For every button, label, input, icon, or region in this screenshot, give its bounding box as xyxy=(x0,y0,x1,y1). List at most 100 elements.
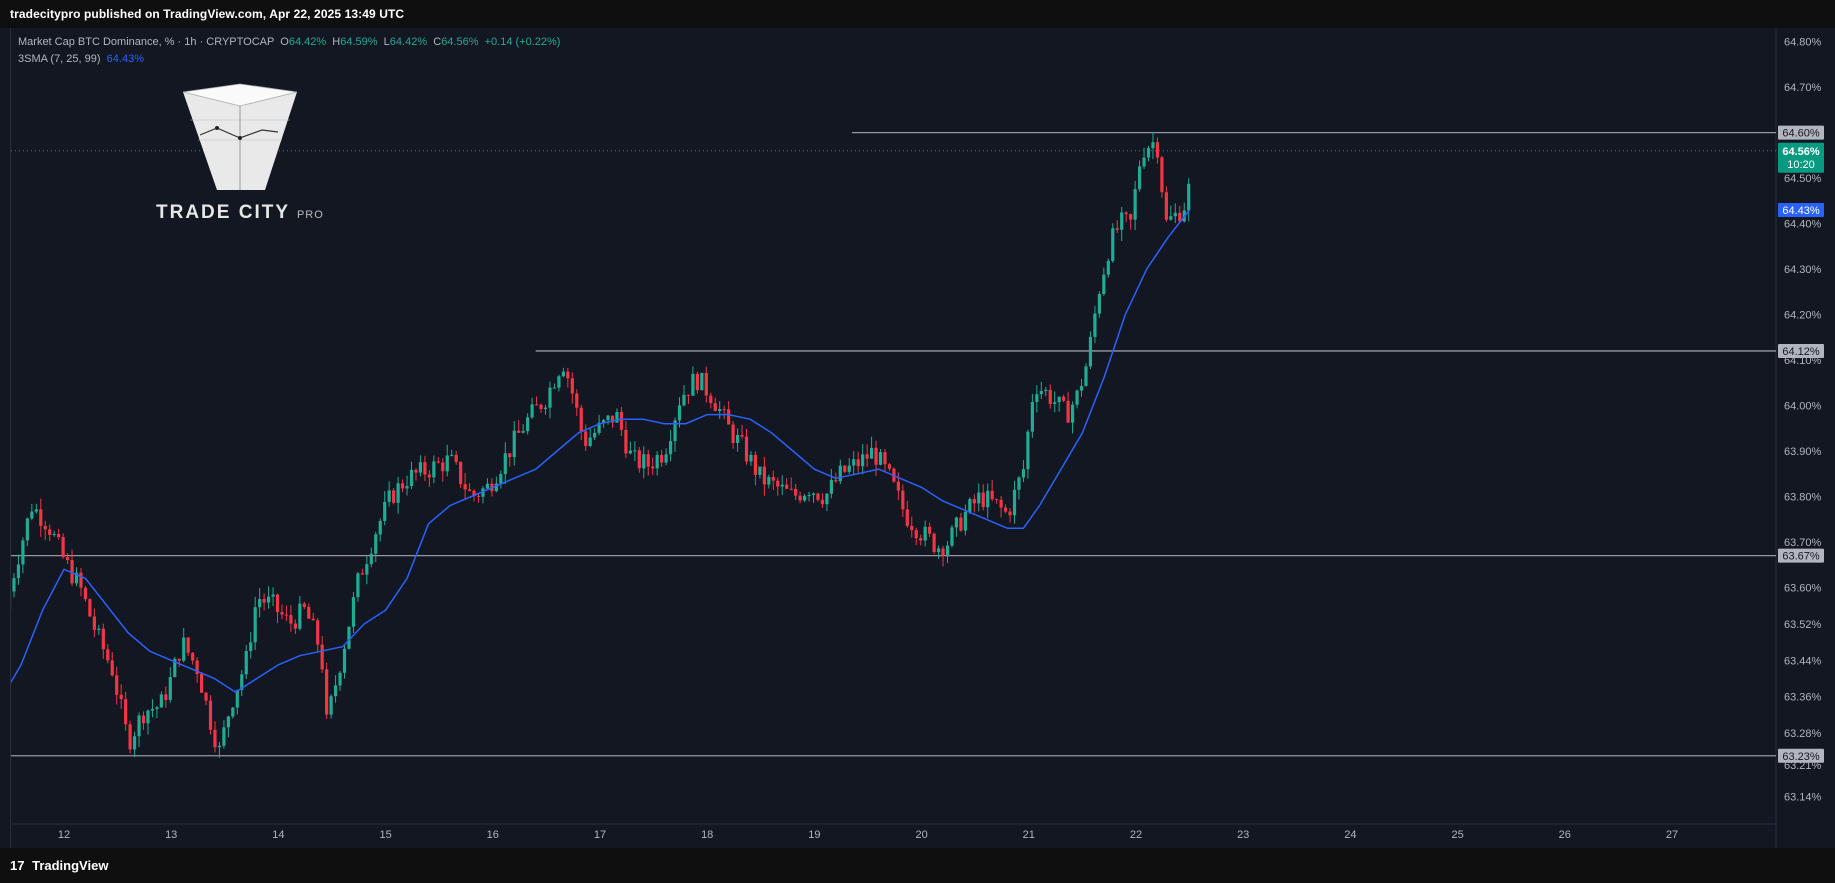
candle-body xyxy=(713,403,717,412)
candle-body xyxy=(356,573,360,598)
candle-body xyxy=(463,484,467,490)
candle-body xyxy=(512,430,516,458)
candle-body xyxy=(338,672,342,686)
candle-body xyxy=(526,417,530,432)
price-tick-label: 64.20% xyxy=(1784,310,1822,322)
candle-body xyxy=(579,407,583,432)
price-tick-label: 63.44% xyxy=(1784,655,1822,667)
candle-body xyxy=(758,466,762,475)
candle-body xyxy=(150,709,155,711)
time-tick-label: 13 xyxy=(165,829,177,841)
candle-body xyxy=(1115,228,1119,230)
candle-body xyxy=(1146,148,1151,158)
publisher-line: tradecitypro published on TradingView.co… xyxy=(10,7,405,21)
time-tick-label: 14 xyxy=(272,829,284,841)
tradingview-logo-icon[interactable]: 17 xyxy=(10,848,24,883)
candle-body xyxy=(530,404,534,418)
candle-body xyxy=(12,578,16,592)
candle-body xyxy=(1093,313,1097,337)
candle-body xyxy=(646,454,650,467)
candle-body xyxy=(191,652,195,661)
candle-body xyxy=(436,461,440,463)
candle-body xyxy=(320,644,324,670)
candle-body xyxy=(280,612,284,615)
candle-body xyxy=(182,637,186,661)
candle-body xyxy=(1070,404,1075,423)
candle-body xyxy=(722,409,726,411)
candle-body xyxy=(1062,396,1066,401)
candle-body xyxy=(816,493,820,500)
candle-body xyxy=(771,476,775,481)
candle-body xyxy=(1044,389,1048,392)
candle-body xyxy=(369,553,373,565)
level-badge-label: 63.67% xyxy=(1782,551,1820,563)
candle-body xyxy=(1039,391,1043,395)
candle-body xyxy=(682,394,686,406)
candle-body xyxy=(633,450,637,452)
candle-body xyxy=(883,452,887,465)
candle-body xyxy=(271,594,275,597)
candle-body xyxy=(253,607,257,643)
candle-body xyxy=(1111,228,1115,261)
candle-body xyxy=(119,694,123,700)
time-tick-label: 21 xyxy=(1023,829,1035,841)
candle-body xyxy=(695,373,699,391)
candle-body xyxy=(606,415,610,421)
candle-body xyxy=(570,378,574,394)
candle-body xyxy=(83,587,88,600)
candle-body xyxy=(575,393,579,408)
candle-body xyxy=(128,724,132,750)
candle-body xyxy=(1124,212,1128,215)
time-tick-label: 15 xyxy=(379,829,391,841)
candle-body xyxy=(1164,192,1168,220)
candle-body xyxy=(999,499,1003,508)
candle-body xyxy=(539,404,543,410)
candle-body xyxy=(776,480,780,487)
legend-symbol[interactable]: Market Cap BTC Dominance, % · 1h · CRYPT… xyxy=(18,36,274,48)
candle-body xyxy=(467,489,472,491)
candle-body xyxy=(423,462,427,475)
candle-body xyxy=(110,660,114,676)
candle-body xyxy=(316,620,320,645)
tradingview-brand[interactable]: TradingView xyxy=(32,858,108,873)
candle-body xyxy=(137,715,141,737)
candle-body xyxy=(637,450,641,469)
candle-body xyxy=(311,618,315,621)
candle-body xyxy=(427,474,431,478)
candle-body xyxy=(642,454,646,469)
candle-body xyxy=(21,540,25,565)
candle-body xyxy=(834,479,838,482)
candle-body xyxy=(1169,216,1173,220)
candle-body xyxy=(1129,214,1133,220)
time-tick-label: 25 xyxy=(1451,829,1463,841)
candle-body xyxy=(1008,511,1012,516)
candle-body xyxy=(557,376,561,388)
candle-body xyxy=(807,494,811,496)
candle-body xyxy=(79,572,83,588)
candle-body xyxy=(593,432,597,438)
price-tick-label: 64.50% xyxy=(1784,173,1822,185)
price-tick-label: 63.90% xyxy=(1784,446,1822,458)
candle-body xyxy=(1030,401,1034,432)
candle-body xyxy=(986,490,990,508)
candle-body xyxy=(392,490,396,503)
legend-close-label: C xyxy=(433,36,442,48)
candle-body xyxy=(718,409,722,412)
legend-low: 64.42% xyxy=(389,36,428,48)
candle-body xyxy=(968,499,972,512)
candle-body xyxy=(869,447,874,459)
time-tick-label: 12 xyxy=(58,829,70,841)
candle-body xyxy=(972,499,976,504)
candle-body xyxy=(307,606,311,619)
candle-body xyxy=(941,548,945,556)
candle-body xyxy=(409,469,414,487)
candle-body xyxy=(677,405,682,421)
candle-body xyxy=(548,387,552,408)
indicator-name[interactable]: 3SMA (7, 25, 99) xyxy=(18,53,101,65)
time-tick-label: 17 xyxy=(594,829,606,841)
candle-body xyxy=(177,658,181,661)
candle-body xyxy=(57,534,61,538)
candle-body xyxy=(378,520,382,535)
candle-body xyxy=(360,573,364,575)
candle-body xyxy=(418,462,423,473)
